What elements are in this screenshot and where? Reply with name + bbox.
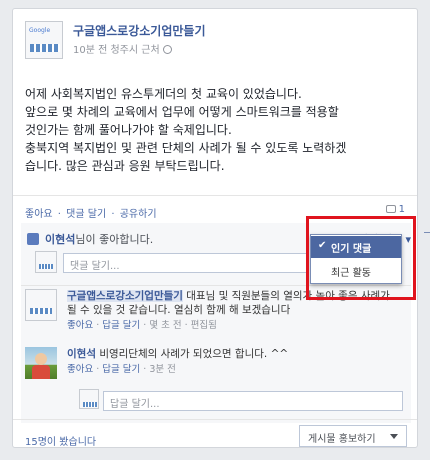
avatar-shirt [32, 365, 50, 379]
comment-item: 이현석 비영리단체의 사례가 되었으면 합니다. ^^ 좋아요 · 답글 달기 … [25, 347, 409, 383]
people-graphic [39, 264, 53, 269]
thumbs-up-icon [27, 233, 39, 245]
comment-meta: 좋아요 · 답글 달기 · 몇 초 전 · 편집됨 [67, 320, 217, 331]
comment-meta: 좋아요 · 답글 달기 · 3분 전 [67, 364, 176, 375]
comment-input-row: 댓글 달기... [35, 251, 309, 277]
comment-count-value: 1 [398, 204, 405, 215]
page-name-link[interactable]: 구글앱스로강소기업만들기 [73, 22, 205, 39]
post-line: 습니다. 많은 관심과 응원 부탁드립니다. [25, 159, 225, 173]
comment-edited[interactable]: 편집됨 [191, 320, 217, 331]
post-time-location[interactable]: 10분 전 청주시 근처 [73, 45, 160, 56]
comment-time[interactable]: 3분 전 [149, 364, 176, 375]
post-line: 어제 사회복지법인 유스투게더의 첫 교육이 있었습니다. [25, 87, 302, 101]
comment-text: 비영리단체의 사례가 되었으면 합니다. ^^ [95, 348, 289, 360]
likes-line: 이현석님이 좋아합니다. [27, 231, 153, 247]
likes-suffix: 님이 좋아합니다. [75, 233, 154, 246]
post-text: 어제 사회복지법인 유스투게더의 첫 교육이 있었습니다. 앞으로 몇 차례의 … [25, 85, 411, 175]
globe-icon [162, 45, 172, 54]
comment-body: 이현석 비영리단체의 사례가 되었으면 합니다. ^^ 좋아요 · 답글 달기 … [67, 347, 397, 377]
separator: · [111, 209, 115, 220]
speech-bubble-icon [385, 205, 396, 213]
people-graphic [30, 44, 60, 52]
page-thumbnail[interactable]: Google [25, 21, 63, 59]
highlight-annotation [306, 216, 416, 300]
post-actions: 좋아요 · 댓글 달기 · 공유하기 [25, 205, 159, 220]
google-logo: Google [29, 27, 51, 34]
people-graphic [83, 402, 97, 407]
promote-label: 게시물 홍보하기 [308, 434, 376, 445]
divider [13, 419, 417, 420]
comment-input[interactable]: 댓글 달기... [63, 253, 309, 273]
avatar-head [35, 353, 47, 365]
people-graphic [30, 308, 52, 314]
separator: · [57, 209, 61, 220]
divider [13, 195, 417, 196]
comment-reply-link[interactable]: 답글 달기 [102, 320, 140, 331]
comment-author-thumbnail[interactable] [25, 289, 57, 321]
comment-count[interactable]: 1 [385, 204, 405, 215]
comment-link[interactable]: 댓글 달기 [66, 209, 106, 220]
comment-like-link[interactable]: 좋아요 [67, 364, 93, 375]
reply-input-row: 답글 달기... [79, 389, 409, 413]
edge-mark [424, 232, 430, 233]
comment-time[interactable]: 몇 초 전 [149, 320, 181, 331]
seen-count[interactable]: 15명이 봤습니다 [25, 433, 96, 448]
comment-reply-link[interactable]: 답글 달기 [102, 364, 140, 375]
like-link[interactable]: 좋아요 [25, 209, 53, 220]
post-line: 충북지역 복지법인 및 관련 단체의 사례가 될 수 있도록 노력하겠 [25, 141, 347, 155]
comment-author-avatar[interactable] [25, 347, 57, 379]
comment-author[interactable]: 이현석 [67, 348, 96, 360]
reply-input[interactable]: 답글 달기... [103, 391, 403, 411]
comment-author[interactable]: 구글앱스로강소기업만들기 [67, 290, 183, 302]
commenter-thumbnail [35, 251, 57, 273]
post-header: Google 구글앱스로강소기업만들기 10분 전 청주시 근처 [25, 21, 415, 61]
post-line: 앞으로 몇 차례의 교육에서 업무에 어떻게 스마트워크를 적용할 [25, 105, 339, 119]
post-meta: 10분 전 청주시 근처 [73, 41, 172, 56]
promote-post-button[interactable]: 게시물 홍보하기 [299, 425, 407, 447]
post-line: 것인가는 함께 풀어나가야 할 숙제입니다. [25, 123, 232, 137]
liker-name[interactable]: 이현석 [45, 233, 75, 246]
comment-like-link[interactable]: 좋아요 [67, 320, 93, 331]
share-link[interactable]: 공유하기 [120, 209, 157, 220]
caret-down-icon [390, 434, 398, 439]
replier-thumbnail [79, 389, 99, 409]
